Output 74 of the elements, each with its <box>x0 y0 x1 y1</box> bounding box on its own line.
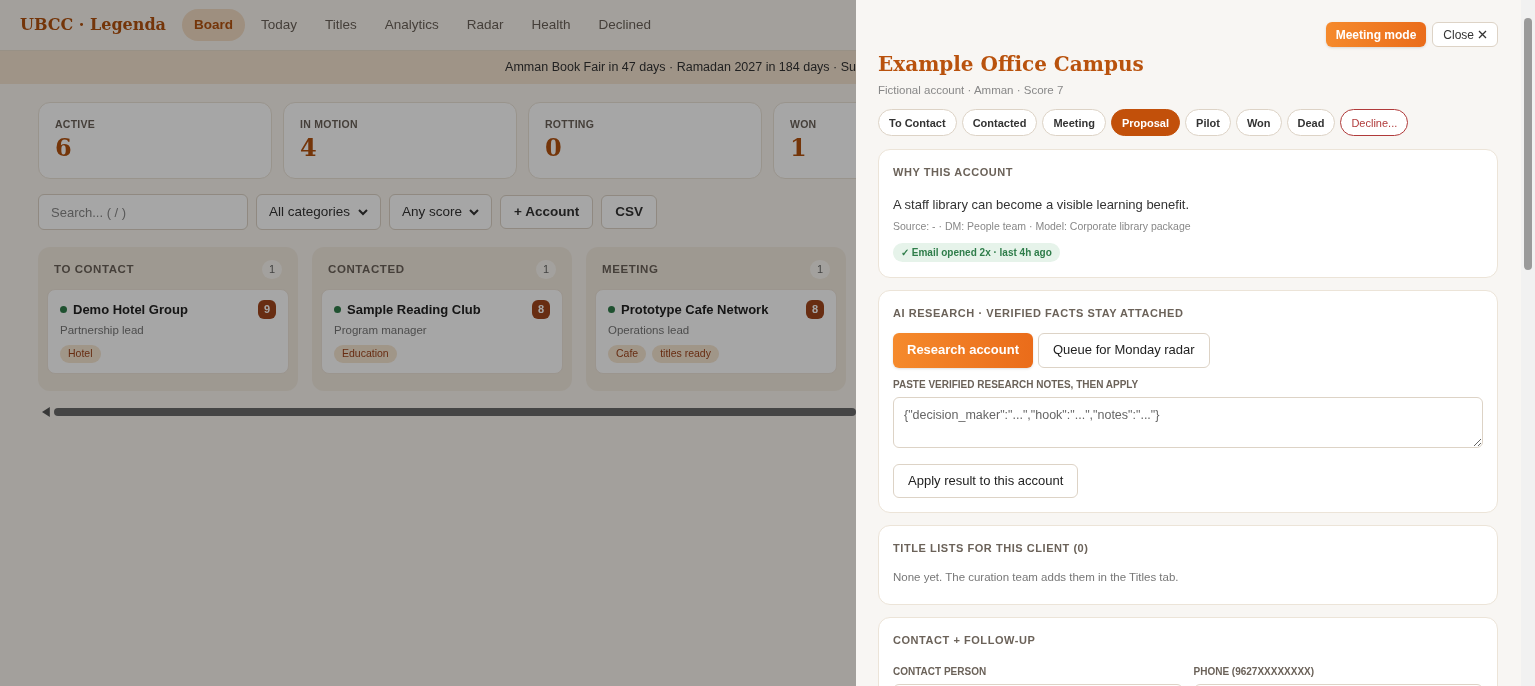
close-button[interactable]: Close <box>1432 22 1498 47</box>
stat-label: IN MOTION <box>300 117 359 132</box>
section-heading: WHY THIS ACCOUNT <box>893 165 1015 181</box>
category-tag: titles ready <box>652 345 719 363</box>
field-label: CONTACT PERSON <box>893 664 988 679</box>
column-title: CONTACTED <box>328 261 405 277</box>
account-name: Sample Reading Club <box>347 300 482 319</box>
score-badge: 8 <box>805 300 824 319</box>
field-label: PHONE (9627XXXXXXXX) <box>1193 664 1316 679</box>
scroll-left-icon[interactable] <box>42 407 50 417</box>
stat-label: WON <box>790 117 818 132</box>
column-title: TO CONTACT <box>54 261 135 277</box>
notes-field[interactable]: {"decision_maker":"...","hook":"...","notes":"..."} <box>893 396 1483 448</box>
nav-tab[interactable]: Radar <box>454 8 516 42</box>
section-heading: TITLE LISTS FOR THIS CLIENT (0) <box>893 540 1090 556</box>
nav-tab[interactable]: Today <box>248 8 309 42</box>
column-count: 1 <box>809 260 830 279</box>
column-count: 1 <box>261 260 282 279</box>
account-role: Operations lead <box>608 323 691 338</box>
stat-label: ROTTING <box>545 117 596 132</box>
nav-tab[interactable]: Health <box>519 8 583 42</box>
score-badge: 9 <box>257 300 276 319</box>
account-role: Program manager <box>334 323 428 338</box>
category-tag: Education <box>334 345 397 363</box>
nav-tab[interactable]: Declined <box>586 8 664 42</box>
event-countdown-text: Amman Book Fair in 47 days · Ramadan 2027 in 184 days · Su <box>505 59 856 77</box>
stage-pill[interactable]: Pilot <box>1185 109 1231 137</box>
stage-pill[interactable]: Won <box>1235 109 1282 137</box>
category-tag: Cafe <box>608 345 647 363</box>
toolbar-button[interactable]: + Account <box>500 195 594 229</box>
apply-button[interactable]: Apply result to this account <box>893 463 1079 498</box>
nav-tab[interactable]: Analytics <box>372 8 451 42</box>
stage-pill[interactable]: Contacted <box>961 109 1038 137</box>
account-title: Example Office Campus <box>878 51 1145 78</box>
stage-pill[interactable]: Dead <box>1286 109 1336 137</box>
category-tag: Hotel <box>60 345 101 363</box>
account-subtitle: Fictional account · Amman · Score 7 <box>878 83 1065 98</box>
nav-tab[interactable]: Titles <box>313 8 369 42</box>
account-card[interactable]: Prototype Cafe Network 8 Operations lead Cafe titles ready <box>595 288 837 374</box>
vertical-scrollbar[interactable] <box>1521 0 1535 686</box>
account-name: Prototype Cafe Network <box>621 300 770 319</box>
category-dropdown[interactable]: All categories <box>256 194 381 230</box>
stat-value: 1 <box>790 132 808 163</box>
toolbar-button[interactable]: CSV <box>601 195 657 229</box>
field-label: PASTE VERIFIED RESEARCH NOTES, THEN APPLY <box>893 377 1140 392</box>
stat-label: ACTIVE <box>55 117 97 132</box>
stat-value: 6 <box>55 132 73 163</box>
close-icon <box>1478 30 1487 39</box>
account-card[interactable]: Sample Reading Club 8 Program manager Education <box>321 288 563 374</box>
stat-value: 0 <box>545 132 563 163</box>
account-name: Demo Hotel Group <box>73 300 189 319</box>
empty-message: None yet. The curation team adds them in the Titles tab. <box>893 570 1180 585</box>
stage-pill[interactable]: Decline... <box>1340 109 1409 137</box>
chevron-down-icon <box>469 208 479 216</box>
stage-pill[interactable]: To Contact <box>878 109 957 137</box>
email-status-badge: ✓ Email opened 2x · last 4h ago <box>893 243 1060 262</box>
stage-pill[interactable]: Proposal <box>1110 109 1181 137</box>
column-count: 1 <box>535 260 556 279</box>
column-title: MEETING <box>602 261 659 277</box>
horizontal-scrollbar[interactable] <box>53 408 856 416</box>
stat-value: 4 <box>300 132 318 163</box>
search-field[interactable]: Search... ( / ) <box>38 194 248 230</box>
brand-logo: UBCC · Legenda <box>20 14 166 36</box>
queue-button[interactable]: Queue for Monday radar <box>1038 332 1210 368</box>
account-card[interactable]: Demo Hotel Group 9 Partnership lead Hotel <box>47 288 289 374</box>
stage-pill[interactable]: Meeting <box>1042 109 1106 137</box>
chevron-down-icon <box>358 208 368 216</box>
section-heading: CONTACT + FOLLOW-UP <box>893 633 1037 649</box>
score-dropdown[interactable]: Any score <box>389 194 492 230</box>
reason-text: A staff library can become a visible learning benefit. <box>893 195 1191 214</box>
source-text: Source: - · DM: People team · Model: Corporate library package <box>893 219 1192 235</box>
account-role: Partnership lead <box>60 323 145 338</box>
score-badge: 8 <box>531 300 550 319</box>
section-heading: AI RESEARCH · VERIFIED FACTS STAY ATTACHED <box>893 306 1185 321</box>
